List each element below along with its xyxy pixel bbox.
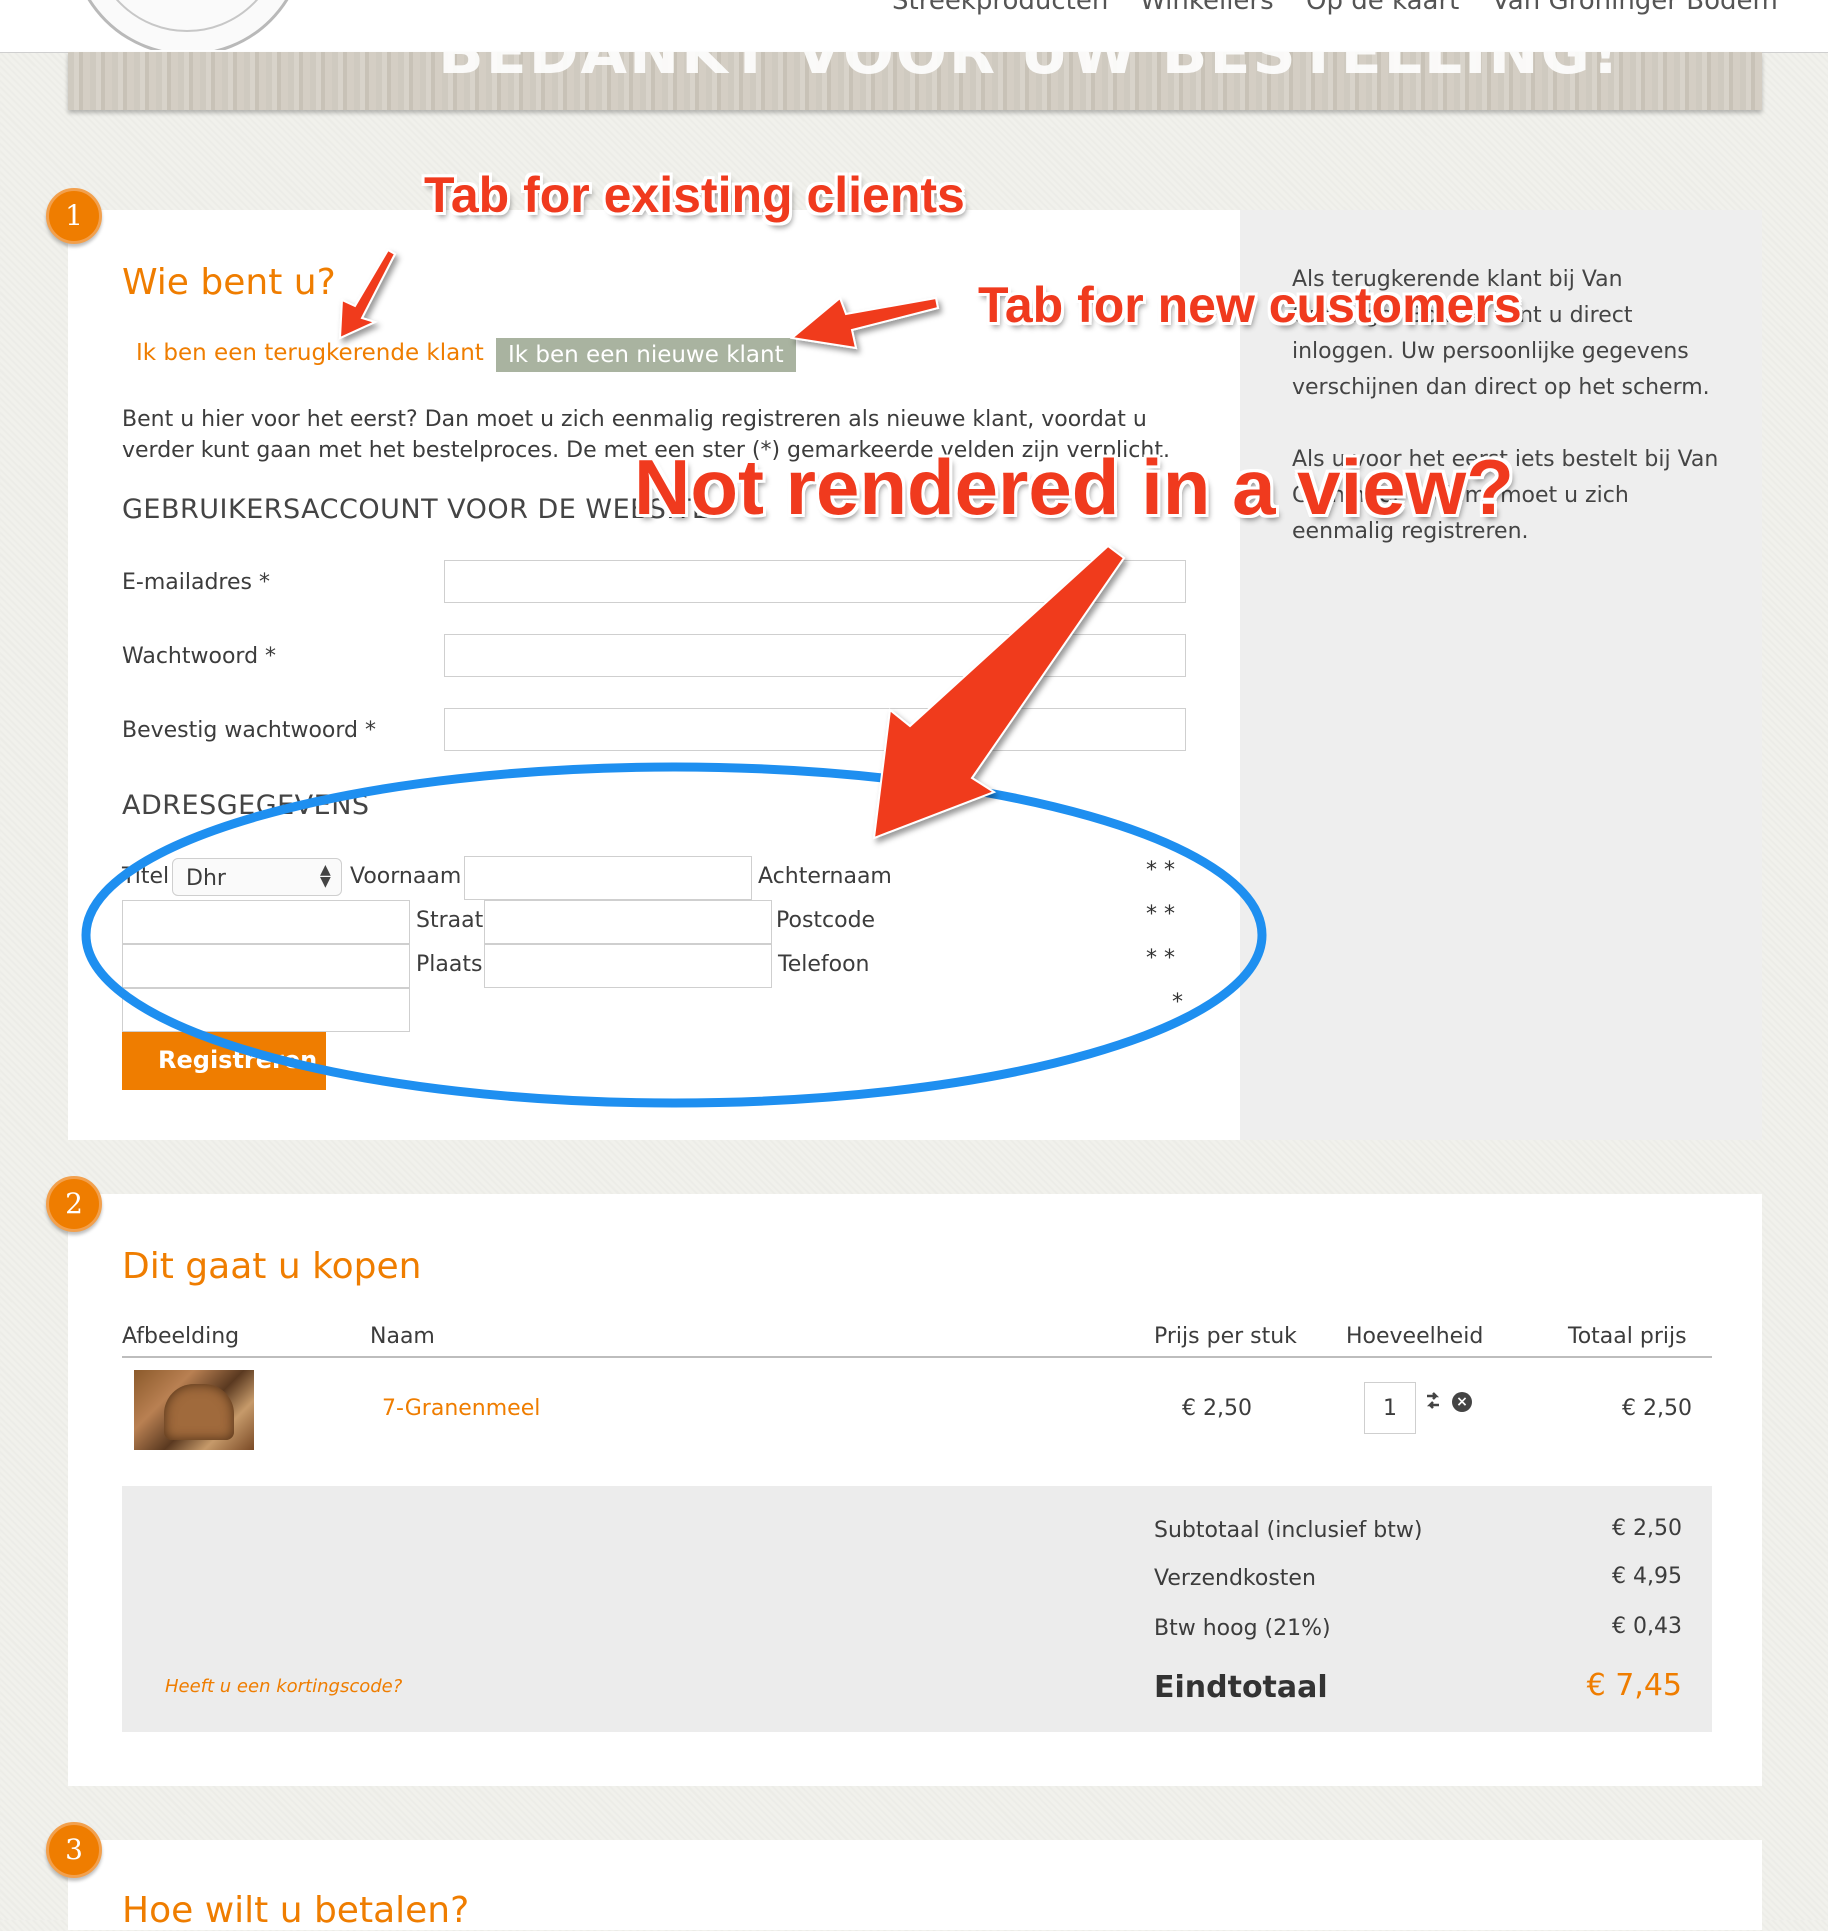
- step-badge-1: 1: [46, 188, 102, 244]
- page-banner: BEDANKT VOOR UW BESTELLING!: [68, 52, 1762, 110]
- titel-label: Titel: [122, 864, 170, 889]
- nav-winkeliers[interactable]: Winkeliers: [1140, 0, 1274, 16]
- callout-new-customers: Tab for new customers: [978, 277, 1522, 333]
- achternaam-field[interactable]: [122, 900, 410, 944]
- coupon-code-link[interactable]: Heeft u een kortingscode?: [165, 1676, 402, 1697]
- column-header-image: Afbeelding: [122, 1324, 240, 1349]
- subtotal-value: € 2,50: [1612, 1516, 1682, 1541]
- shipping-value: € 4,95: [1612, 1564, 1682, 1589]
- nav-streekproducten[interactable]: Streekproducten: [892, 0, 1108, 16]
- product-unit-price: € 2,50: [1182, 1396, 1252, 1421]
- plaats-field[interactable]: [484, 944, 772, 988]
- quantity-value: 1: [1383, 1396, 1397, 1421]
- required-marker: * *: [1146, 858, 1175, 883]
- section-title-payment: Hoe wilt u betalen?: [122, 1890, 470, 1931]
- grand-total-label: Eindtotaal: [1154, 1670, 1328, 1705]
- product-total-price: € 2,50: [1622, 1396, 1692, 1421]
- callout-not-rendered: Not rendered in a view?: [634, 443, 1514, 531]
- confirm-password-label: Bevestig wachtwoord *: [122, 718, 377, 743]
- nav-van-groninger-bodem[interactable]: Van Groninger Bodem: [1492, 0, 1778, 16]
- email-field[interactable]: [444, 560, 1186, 603]
- email-label: E-mailadres *: [122, 570, 270, 595]
- step-badge-3: 3: [46, 1822, 102, 1878]
- register-button[interactable]: Registreren: [122, 1032, 326, 1090]
- telefoon-label: Telefoon: [778, 952, 870, 977]
- straat-field[interactable]: [484, 900, 772, 944]
- address-heading: ADRESGEGEVENS: [122, 790, 370, 821]
- banner-title: BEDANKT VOOR UW BESTELLING!: [438, 52, 1622, 88]
- required-marker: *: [1172, 990, 1183, 1015]
- required-marker: * *: [1146, 946, 1175, 971]
- password-label: Wachtwoord *: [122, 644, 277, 669]
- required-marker: * *: [1146, 902, 1175, 927]
- step-badge-2: 2: [46, 1176, 102, 1232]
- voornaam-field[interactable]: [464, 856, 752, 900]
- section-title-who: Wie bent u?: [122, 262, 336, 303]
- refresh-icon[interactable]: [1424, 1390, 1442, 1412]
- product-name-link[interactable]: 7-Granenmeel: [382, 1396, 540, 1421]
- select-updown-icon: ▲ ▼: [320, 862, 331, 890]
- section-title-cart: Dit gaat u kopen: [122, 1246, 422, 1287]
- site-header: Streekproducten Winkeliers Op de kaart V…: [0, 0, 1828, 53]
- postcode-label: Postcode: [776, 908, 876, 933]
- column-header-quantity: Hoeveelheid: [1346, 1324, 1484, 1349]
- subtotal-label: Subtotaal (inclusief btw): [1154, 1518, 1423, 1543]
- table-header-divider: [122, 1356, 1712, 1358]
- postcode-field[interactable]: [122, 944, 410, 988]
- nav-op-de-kaart[interactable]: Op de kaart: [1306, 0, 1459, 16]
- vat-label: Btw hoog (21%): [1154, 1616, 1331, 1641]
- plaats-label: Plaats: [416, 952, 483, 977]
- voornaam-label: Voornaam: [350, 864, 462, 889]
- column-header-name: Naam: [370, 1324, 435, 1349]
- titel-select-value: Dhr: [186, 866, 226, 891]
- column-header-total: Totaal prijs: [1568, 1324, 1687, 1349]
- tab-returning-customer[interactable]: Ik ben een terugkerende klant: [136, 340, 484, 366]
- callout-existing-clients: Tab for existing clients: [424, 167, 965, 223]
- tab-new-customer[interactable]: Ik ben een nieuwe klant: [496, 338, 796, 372]
- column-header-price: Prijs per stuk: [1154, 1324, 1297, 1349]
- product-image: [134, 1370, 254, 1450]
- achternaam-label: Achternaam: [758, 864, 892, 889]
- password-field[interactable]: [444, 634, 1186, 677]
- grand-total-value: € 7,45: [1586, 1668, 1682, 1703]
- vat-value: € 0,43: [1612, 1614, 1682, 1639]
- straat-label: Straat: [416, 908, 484, 933]
- confirm-password-field[interactable]: [444, 708, 1186, 751]
- site-logo[interactable]: [70, 0, 306, 50]
- shipping-label: Verzendkosten: [1154, 1566, 1316, 1591]
- remove-item-icon[interactable]: ×: [1452, 1392, 1472, 1412]
- account-heading: GEBRUIKERSACCOUNT VOOR DE WEBSITE: [122, 494, 710, 525]
- telefoon-field[interactable]: [122, 988, 410, 1032]
